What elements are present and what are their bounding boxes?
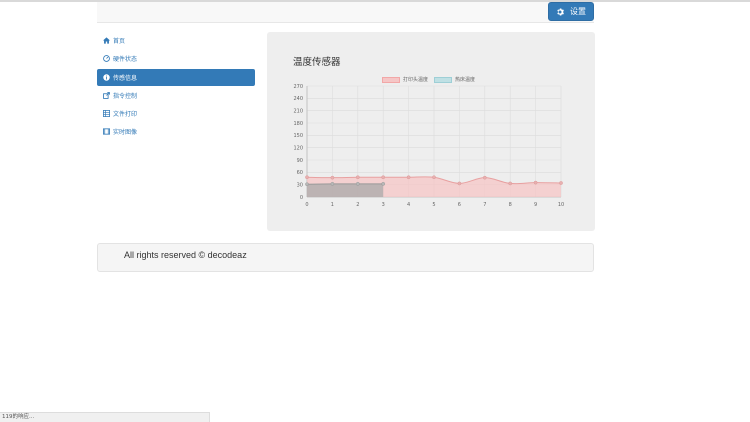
x-tick-label: 5	[432, 202, 435, 208]
gear-icon	[556, 8, 564, 16]
data-point	[406, 175, 411, 180]
home-icon	[103, 37, 110, 44]
data-point	[432, 175, 436, 180]
y-tick-label: 150	[293, 133, 303, 139]
film-icon	[103, 128, 110, 136]
data-point	[457, 181, 462, 186]
footer-text: All rights reserved © decodeaz	[124, 250, 247, 260]
x-tick-label: 3	[382, 202, 385, 208]
x-tick-label: 4	[407, 202, 410, 208]
data-point	[305, 175, 309, 180]
data-point	[381, 181, 386, 186]
status-text: 119的响应...	[2, 414, 35, 420]
footer: All rights reserved © decodeaz	[97, 243, 594, 272]
series-area-1	[307, 183, 384, 197]
data-point	[381, 175, 386, 180]
y-tick-label: 210	[293, 108, 303, 114]
data-point	[355, 181, 360, 186]
x-tick-label: 1	[331, 202, 334, 208]
x-tick-label: 6	[458, 202, 461, 208]
sidebar-item-label: 文件打印	[113, 111, 138, 119]
x-tick-label: 8	[509, 202, 512, 208]
y-tick-label: 270	[293, 84, 303, 90]
x-tick-label: 2	[356, 202, 359, 208]
data-point	[533, 180, 538, 185]
sidebar-item-live-image[interactable]: 实时图像	[97, 123, 255, 140]
x-tick-label: 9	[534, 202, 537, 208]
settings-label: 设置	[570, 7, 586, 16]
sidebar-item-label: 首页	[113, 38, 126, 45]
sidebar-item-label: 指令控制	[113, 92, 138, 100]
sidebar-item-label: 实时图像	[113, 129, 138, 137]
data-point	[482, 175, 487, 180]
settings-button[interactable]: 设置	[548, 2, 594, 21]
sidebar-item-hardware-status[interactable]: 硬件状态	[97, 50, 255, 67]
share-icon	[103, 92, 110, 99]
sensor-panel: 温度传感器 打印头温度 热床温度 0 30 60 90 120 150 180 210 240 2…	[267, 32, 595, 231]
sidebar-item-label: 硬件状态	[113, 56, 138, 64]
sidebar-item-sensor-info[interactable]: 传感信息	[97, 68, 255, 86]
navbar	[97, 2, 594, 23]
y-tick-label: 90	[297, 158, 303, 164]
sidebar-item-command-control[interactable]: 指令控制	[97, 87, 255, 104]
sidebar-item-home[interactable]: 首页	[97, 32, 255, 49]
list-icon	[103, 110, 110, 118]
sidebar-item-file-print[interactable]: 文件打印	[97, 105, 255, 122]
y-tick-label: 120	[293, 145, 303, 151]
x-tick-label: 7	[483, 202, 486, 208]
y-tick-label: 30	[297, 182, 303, 188]
info-icon	[103, 73, 110, 81]
y-tick-label: 240	[293, 96, 303, 102]
y-tick-label: 60	[297, 170, 303, 176]
data-point	[559, 181, 563, 185]
status-bar: 119的响应...	[0, 412, 210, 422]
data-point	[355, 175, 360, 180]
dashboard-icon	[103, 55, 110, 63]
x-tick-label: 0	[305, 202, 308, 208]
data-point	[508, 181, 513, 186]
y-tick-label: 0	[300, 195, 303, 201]
sidebar: 首页 硬件状态 传感信息 指令控制 文件打印 实时图像	[97, 32, 255, 142]
data-point	[330, 175, 335, 180]
temperature-chart: 0 30 60 90 120 150 180 210 240 270 0 1 2 3 4 5 6 7 8 9 10	[293, 84, 564, 208]
data-point	[330, 181, 335, 186]
x-tick-label: 10	[558, 202, 564, 208]
sidebar-item-label: 传感信息	[113, 74, 138, 82]
y-tick-label: 180	[293, 121, 303, 127]
data-point	[305, 182, 309, 187]
